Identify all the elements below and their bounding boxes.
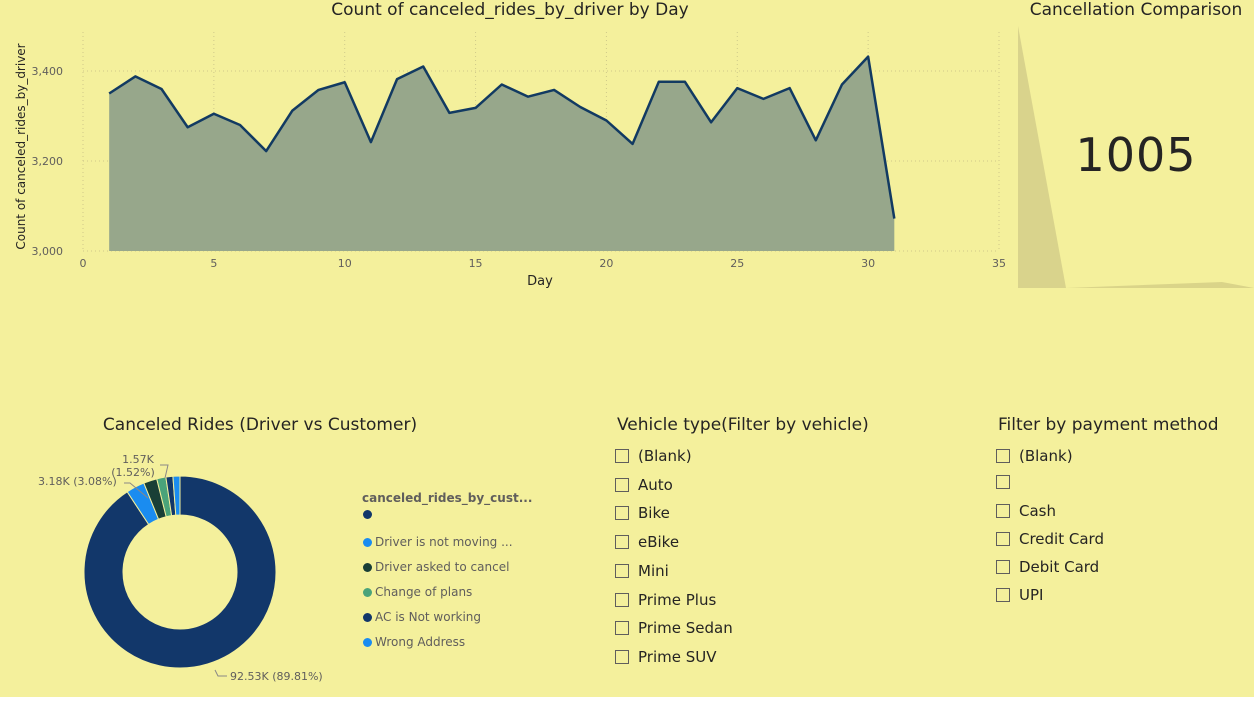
payment-option-label: (Blank) [1019,447,1073,465]
card-title: Cancellation Comparison [1029,0,1243,20]
x-tick-label: 25 [730,257,744,270]
legend-marker-icon [363,612,372,622]
checkbox-icon[interactable] [615,621,629,636]
x-tick-label: 35 [992,257,1006,270]
legend-label: Change of plans [375,585,473,599]
payment-option-label: Cash [1019,502,1056,521]
legend-label: Wrong Address [375,635,466,649]
legend-marker-icon [363,637,372,647]
bottom-divider [0,697,1254,701]
y-tick-label: 3,200 [32,155,64,168]
payment-option[interactable]: Cash [996,502,1056,520]
vehicle-option[interactable]: Bike [615,504,670,522]
checkbox-icon[interactable] [615,535,629,550]
checkbox-icon[interactable] [615,477,629,492]
legend-item[interactable]: Change of plans [363,585,472,599]
y-tick-label: 3,400 [32,65,64,78]
donut-legend-title: canceled_rides_by_cust... [362,491,533,505]
payment-option[interactable]: Credit Card [996,530,1104,548]
legend-item[interactable]: Wrong Address [363,635,465,649]
vehicle-option-label: Bike [638,504,670,523]
checkbox-icon[interactable] [615,592,629,607]
legend-marker-icon [363,510,372,519]
payment-option[interactable]: (Blank) [996,447,1073,465]
area-chart[interactable]: 0 5 10 15 20 25 30 35 3,000 3,200 3,400 Day Count of… [0,22,1015,292]
vehicle-slicer-title: Vehicle type(Filter by vehicle) [617,415,869,435]
vehicle-option-label: Prime Sedan [638,619,733,638]
checkbox-icon[interactable] [615,563,629,578]
payment-option[interactable] [996,474,1019,489]
payment-slicer-title: Filter by payment method [998,415,1219,435]
payment-option[interactable]: UPI [996,586,1043,604]
x-tick-label: 30 [861,257,875,270]
x-tick-label: 20 [599,257,613,270]
payment-option-label: Credit Card [1019,530,1104,549]
vehicle-option-label: Mini [638,561,669,580]
x-axis-title: Day [527,274,553,289]
legend-marker-icon [363,562,372,572]
vehicle-option-label: (Blank) [638,447,692,465]
card-value: 1005 [1075,128,1197,182]
checkbox-icon[interactable] [615,506,629,521]
legend-marker-icon [363,537,372,547]
vehicle-option-label: Prime Plus [638,590,717,609]
x-tick-label: 10 [338,257,352,270]
checkbox-icon[interactable] [996,587,1010,602]
vehicle-option[interactable]: Prime Sedan [615,619,733,637]
payment-option-label: UPI [1019,585,1044,604]
payment-option-label: Debit Card [1019,557,1100,576]
vehicle-option-label: Prime SUV [638,647,717,666]
legend-label: Driver asked to cancel [375,560,510,574]
checkbox-icon[interactable] [615,649,629,664]
checkbox-icon[interactable] [615,449,629,463]
legend-label: Driver is not moving ... [375,535,513,549]
data-label: 92.53K (89.81%) [230,670,323,683]
x-tick-label: 15 [469,257,483,270]
vehicle-option-label: eBike [638,533,680,552]
checkbox-icon[interactable] [996,449,1010,463]
legend-marker-icon [363,587,372,597]
legend-item[interactable] [363,510,375,519]
line-chart-title: Count of canceled_rides_by_driver by Day [331,0,689,20]
x-tick-label: 5 [210,257,217,270]
data-label-leader [214,669,227,677]
legend-item[interactable]: Driver is not moving ... [363,535,513,549]
checkbox-icon[interactable] [996,504,1010,519]
checkbox-icon[interactable] [996,474,1010,489]
vehicle-option[interactable]: Mini [615,562,669,580]
donut-chart[interactable]: 92.53K (89.81%) 3.18K (3.08%)1.57K (1.52%) [20,440,350,695]
donut-chart-title: Canceled Rides (Driver vs Customer) [102,415,418,435]
legend-item[interactable]: Driver asked to cancel [363,560,509,574]
vehicle-option[interactable]: eBike [615,533,679,551]
data-label: 3.18K (3.08%) [38,475,117,488]
data-label-leader [160,464,169,479]
vehicle-option[interactable]: (Blank) [615,447,692,465]
vehicle-option[interactable]: Prime SUV [615,648,717,666]
payment-option[interactable]: Debit Card [996,558,1099,576]
checkbox-icon[interactable] [996,559,1010,574]
x-tick-label: 0 [80,257,87,270]
y-axis-title: Count of canceled_rides_by_driver [14,43,28,249]
vehicle-option[interactable]: Auto [615,476,673,494]
y-tick-label: 3,000 [32,245,64,258]
data-label: 1.57K (1.52%) [111,453,155,479]
legend-label: AC is Not working [375,610,482,624]
vehicle-option-label: Auto [638,475,673,494]
checkbox-icon[interactable] [996,532,1010,547]
vehicle-option[interactable]: Prime Plus [615,591,716,609]
legend-item[interactable]: AC is Not working [363,610,481,624]
